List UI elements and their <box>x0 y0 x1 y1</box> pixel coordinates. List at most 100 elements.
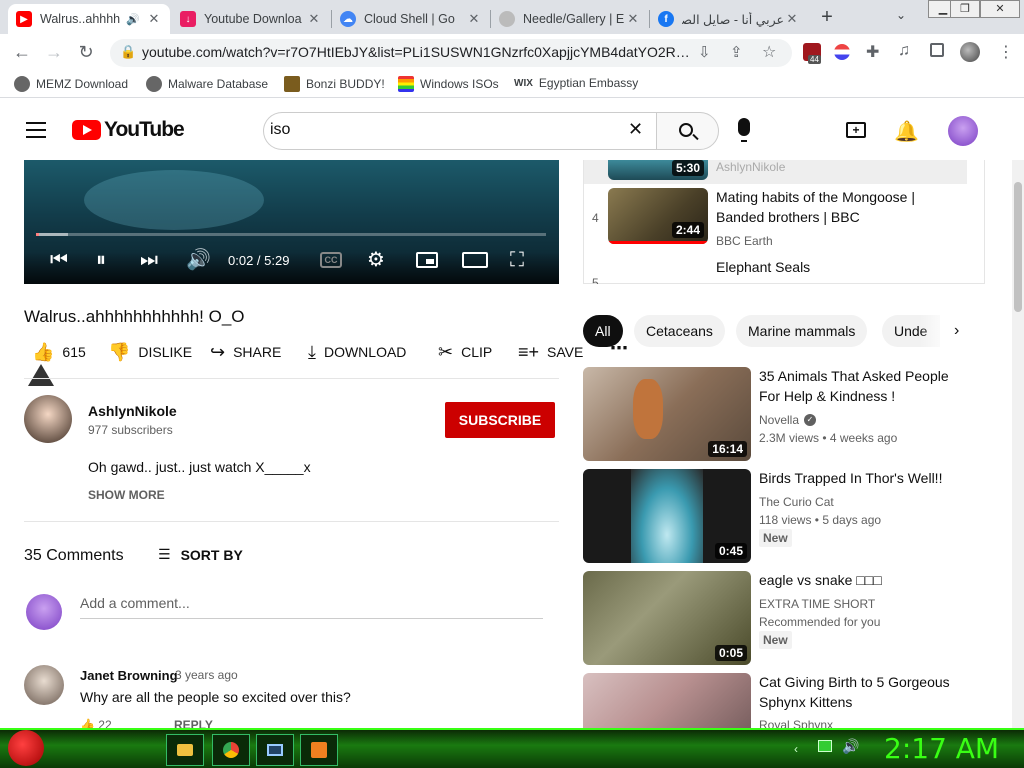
create-video-icon[interactable]: + <box>846 122 866 138</box>
app-window-taskbar-icon[interactable] <box>256 734 294 766</box>
tab-search-chevron-icon[interactable]: ⌄ <box>896 8 906 22</box>
youtube-logo-text[interactable]: YouTube <box>104 118 185 142</box>
recommended-channel[interactable]: The Curio Cat <box>759 493 834 511</box>
microphone-icon[interactable] <box>738 118 750 136</box>
network-icon[interactable] <box>818 740 832 752</box>
tab-close-icon[interactable]: ✕ <box>784 11 800 27</box>
share-button[interactable]: ↪ SHARE <box>210 340 281 364</box>
restore-button[interactable]: ❐ <box>950 0 980 18</box>
previous-icon[interactable]: ⏮ <box>50 248 68 272</box>
reload-button[interactable]: ↻ <box>74 40 98 64</box>
miniplayer-icon[interactable] <box>416 252 438 268</box>
new-tab-button[interactable]: + <box>816 6 838 28</box>
subtitles-icon[interactable]: CC <box>320 252 342 268</box>
recommended-title[interactable]: Birds Trapped In Thor's Well!! <box>759 468 959 488</box>
tab-walrus[interactable]: ▶ Walrus..ahhhh 🔊 ✕ <box>8 4 170 34</box>
recommended-channel[interactable]: EXTRA TIME SHORT <box>759 595 875 613</box>
progress-bar[interactable] <box>36 233 546 236</box>
recommended-thumbnail[interactable]: 0:45 <box>583 469 751 563</box>
recommended-title[interactable]: 35 Animals That Asked People For Help & … <box>759 366 959 406</box>
search-input[interactable] <box>263 112 657 150</box>
bookmark-malware-db[interactable]: Malware Database <box>146 76 268 92</box>
extensions-puzzle-icon[interactable]: ✚ <box>866 42 879 62</box>
recommended-thumbnail[interactable]: 0:05 <box>583 571 751 665</box>
recommended-channel[interactable]: Novella ✓ <box>759 411 817 429</box>
recommended-title[interactable]: Cat Giving Birth to 5 Gorgeous Sphynx Ki… <box>759 672 959 712</box>
settings-gear-icon[interactable]: ⚙ <box>367 248 385 272</box>
channel-name[interactable]: AshlynNikole <box>88 403 177 419</box>
playlist-thumbnail[interactable]: 2:44 <box>608 188 708 244</box>
app-orange-taskbar-icon[interactable] <box>300 734 338 766</box>
search-button[interactable] <box>656 112 719 150</box>
flag-extension-icon[interactable] <box>834 44 850 60</box>
chip-marine-mammals[interactable]: Marine mammals <box>736 315 868 347</box>
bookmark-egyptian-embassy[interactable]: WIX Egyptian Embassy <box>514 76 638 90</box>
tab-close-icon[interactable]: ✕ <box>146 11 162 27</box>
sort-by-button[interactable]: ☰ SORT BY <box>158 546 243 563</box>
page-scrollbar[interactable] <box>1012 160 1024 728</box>
channel-avatar[interactable] <box>24 395 72 443</box>
media-control-icon[interactable]: ♫ <box>898 42 910 60</box>
theater-mode-icon[interactable] <box>462 252 488 268</box>
subscribe-button[interactable]: SUBSCRIBE <box>445 402 555 438</box>
save-button[interactable]: ≡+ SAVE <box>518 340 583 364</box>
playlist-title[interactable]: Mating habits of the Mongoose | Banded b… <box>716 187 926 227</box>
recommended-thumbnail[interactable]: 16:14 <box>583 367 751 461</box>
audio-playing-icon[interactable]: 🔊 <box>126 13 140 26</box>
comment-like-button[interactable]: 👍 22 <box>80 718 112 728</box>
speaker-icon[interactable]: 🔊 <box>842 738 859 755</box>
profile-avatar[interactable] <box>960 42 980 62</box>
add-comment-input[interactable]: Add a comment... <box>80 595 543 619</box>
recommended-thumbnail[interactable] <box>583 673 751 728</box>
dislike-button[interactable]: 👎 DISLIKE <box>108 340 192 364</box>
start-button-angry-bird-icon[interactable] <box>8 730 44 766</box>
recommended-title[interactable]: eagle vs snake □□□ <box>759 570 959 590</box>
bookmark-memz[interactable]: MEMZ Download <box>14 76 128 92</box>
next-icon[interactable]: ⏭ <box>140 248 158 272</box>
tab-facebook[interactable]: f عربي أنا - صايل الصر ✕ <box>650 4 808 34</box>
tab-close-icon[interactable]: ✕ <box>466 11 482 27</box>
like-button[interactable]: 👍 615 <box>32 340 86 364</box>
fullscreen-icon[interactable]: ⛶ <box>510 248 524 272</box>
download-button[interactable]: ⤓ DOWNLOAD <box>308 340 406 364</box>
url-text[interactable]: youtube.com/watch?v=r7O7HtIEbJY&list=PLi… <box>142 44 690 60</box>
tab-cloud-shell[interactable]: ☁ Cloud Shell | Go ✕ <box>332 4 490 34</box>
side-panel-icon[interactable] <box>930 43 944 57</box>
hamburger-menu-icon[interactable] <box>26 122 46 138</box>
playlist-title[interactable]: Elephant Seals <box>716 257 926 277</box>
taskbar-clock[interactable]: 2:17 AM <box>884 732 999 765</box>
search-input-value[interactable]: iso <box>270 121 290 139</box>
tab-youtube-downloader[interactable]: ↓ Youtube Downloa ✕ <box>172 4 330 34</box>
chip-all[interactable]: All <box>583 315 623 347</box>
clip-button[interactable]: ✂ CLIP <box>438 340 492 364</box>
tab-needle-gallery[interactable]: Needle/Gallery | E ✕ <box>491 4 649 34</box>
show-more-button[interactable]: SHOW MORE <box>88 488 165 502</box>
install-app-icon[interactable]: ⇩ <box>698 43 711 61</box>
forward-button[interactable]: → <box>42 40 66 64</box>
recommended-channel[interactable]: Royal Sphynx <box>759 716 833 728</box>
lock-icon[interactable]: 🔒 <box>120 44 136 60</box>
playlist-thumbnail[interactable]: 5:30 <box>608 160 708 180</box>
comment-age[interactable]: 3 years ago <box>175 668 238 682</box>
volume-icon[interactable]: 🔊 <box>186 248 211 272</box>
show-hidden-icons-chevron-icon[interactable]: ‹ <box>794 742 798 756</box>
tab-close-icon[interactable]: ✕ <box>306 11 322 27</box>
chip-cetaceans[interactable]: Cetaceans <box>634 315 725 347</box>
youtube-logo-icon[interactable] <box>72 120 101 140</box>
commenter-avatar[interactable] <box>24 665 64 705</box>
file-explorer-taskbar-icon[interactable] <box>166 734 204 766</box>
tab-close-icon[interactable]: ✕ <box>625 11 641 27</box>
clear-search-icon[interactable]: ✕ <box>628 119 643 140</box>
account-avatar[interactable] <box>948 116 978 146</box>
back-button[interactable]: ← <box>10 40 34 64</box>
chrome-taskbar-icon[interactable] <box>212 734 250 766</box>
bookmark-bonzi[interactable]: Bonzi BUDDY! <box>284 76 385 92</box>
pause-icon[interactable]: ⏸ <box>96 248 106 272</box>
bookmark-windows-isos[interactable]: Windows ISOs <box>398 76 499 92</box>
comment-author[interactable]: Janet Browning <box>80 668 178 683</box>
close-window-button[interactable]: ✕ <box>980 0 1020 18</box>
notifications-bell-icon[interactable]: 🔔 <box>894 119 919 144</box>
bookmark-star-icon[interactable]: ☆ <box>762 42 776 62</box>
share-page-icon[interactable]: ⇪ <box>730 43 743 61</box>
chrome-menu-icon[interactable]: ⋮ <box>998 42 1014 62</box>
